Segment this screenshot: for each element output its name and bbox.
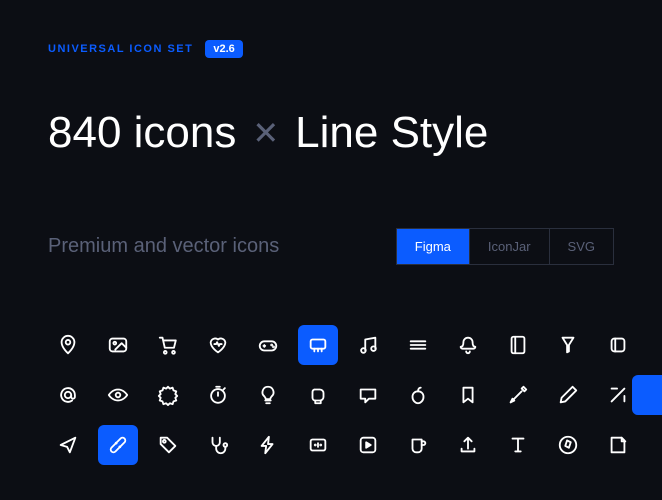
title-row: 840 icons ✕ Line Style bbox=[48, 108, 614, 158]
bookmark-icon[interactable] bbox=[448, 375, 488, 415]
subtitle: Premium and vector icons bbox=[48, 235, 279, 258]
tab-svg[interactable]: SVG bbox=[550, 229, 613, 264]
play-icon[interactable] bbox=[348, 425, 388, 465]
title-count: 840 icons bbox=[48, 108, 236, 158]
note-icon[interactable] bbox=[598, 425, 638, 465]
book-icon[interactable] bbox=[498, 325, 538, 365]
send-icon[interactable] bbox=[48, 425, 88, 465]
bulb-icon[interactable] bbox=[248, 375, 288, 415]
text-icon[interactable] bbox=[498, 425, 538, 465]
apple-icon[interactable] bbox=[398, 375, 438, 415]
message-icon[interactable] bbox=[348, 375, 388, 415]
stopwatch-icon[interactable] bbox=[198, 375, 238, 415]
tag-icon[interactable] bbox=[148, 425, 188, 465]
tab-iconjar[interactable]: IconJar bbox=[470, 229, 550, 264]
connector-icon[interactable] bbox=[298, 325, 338, 365]
image-icon[interactable] bbox=[98, 325, 138, 365]
compass-icon[interactable] bbox=[548, 425, 588, 465]
dropper-icon[interactable] bbox=[498, 375, 538, 415]
layers-icon[interactable] bbox=[598, 325, 638, 365]
format-tabs: Figma IconJar SVG bbox=[396, 228, 614, 265]
bandage-icon[interactable] bbox=[98, 425, 138, 465]
filter-icon[interactable] bbox=[548, 325, 588, 365]
bolt-icon[interactable] bbox=[248, 425, 288, 465]
subtitle-row: Premium and vector icons Figma IconJar S… bbox=[48, 228, 614, 265]
cup-icon[interactable] bbox=[398, 425, 438, 465]
icon-grid bbox=[48, 325, 614, 465]
pin-icon[interactable] bbox=[48, 325, 88, 365]
bell-icon[interactable] bbox=[448, 325, 488, 365]
title-style: Line Style bbox=[295, 108, 488, 158]
title-separator: ✕ bbox=[252, 114, 279, 152]
pen-icon[interactable] bbox=[548, 375, 588, 415]
stethoscope-icon[interactable] bbox=[198, 425, 238, 465]
edge-highlight bbox=[632, 375, 662, 415]
upload-icon[interactable] bbox=[448, 425, 488, 465]
burger-icon[interactable] bbox=[398, 325, 438, 365]
ratio-icon[interactable] bbox=[298, 425, 338, 465]
version-badge: v2.6 bbox=[205, 40, 242, 58]
badge-icon[interactable] bbox=[148, 375, 188, 415]
brand-label: UNIVERSAL ICON SET bbox=[48, 43, 193, 55]
at-sign-icon[interactable] bbox=[48, 375, 88, 415]
boxing-icon[interactable] bbox=[298, 375, 338, 415]
gamepad-icon[interactable] bbox=[248, 325, 288, 365]
tab-figma[interactable]: Figma bbox=[397, 229, 470, 264]
cart-icon[interactable] bbox=[148, 325, 188, 365]
heart-pulse-icon[interactable] bbox=[198, 325, 238, 365]
music-icon[interactable] bbox=[348, 325, 388, 365]
eye-icon[interactable] bbox=[98, 375, 138, 415]
header-row: UNIVERSAL ICON SET v2.6 bbox=[48, 40, 614, 58]
